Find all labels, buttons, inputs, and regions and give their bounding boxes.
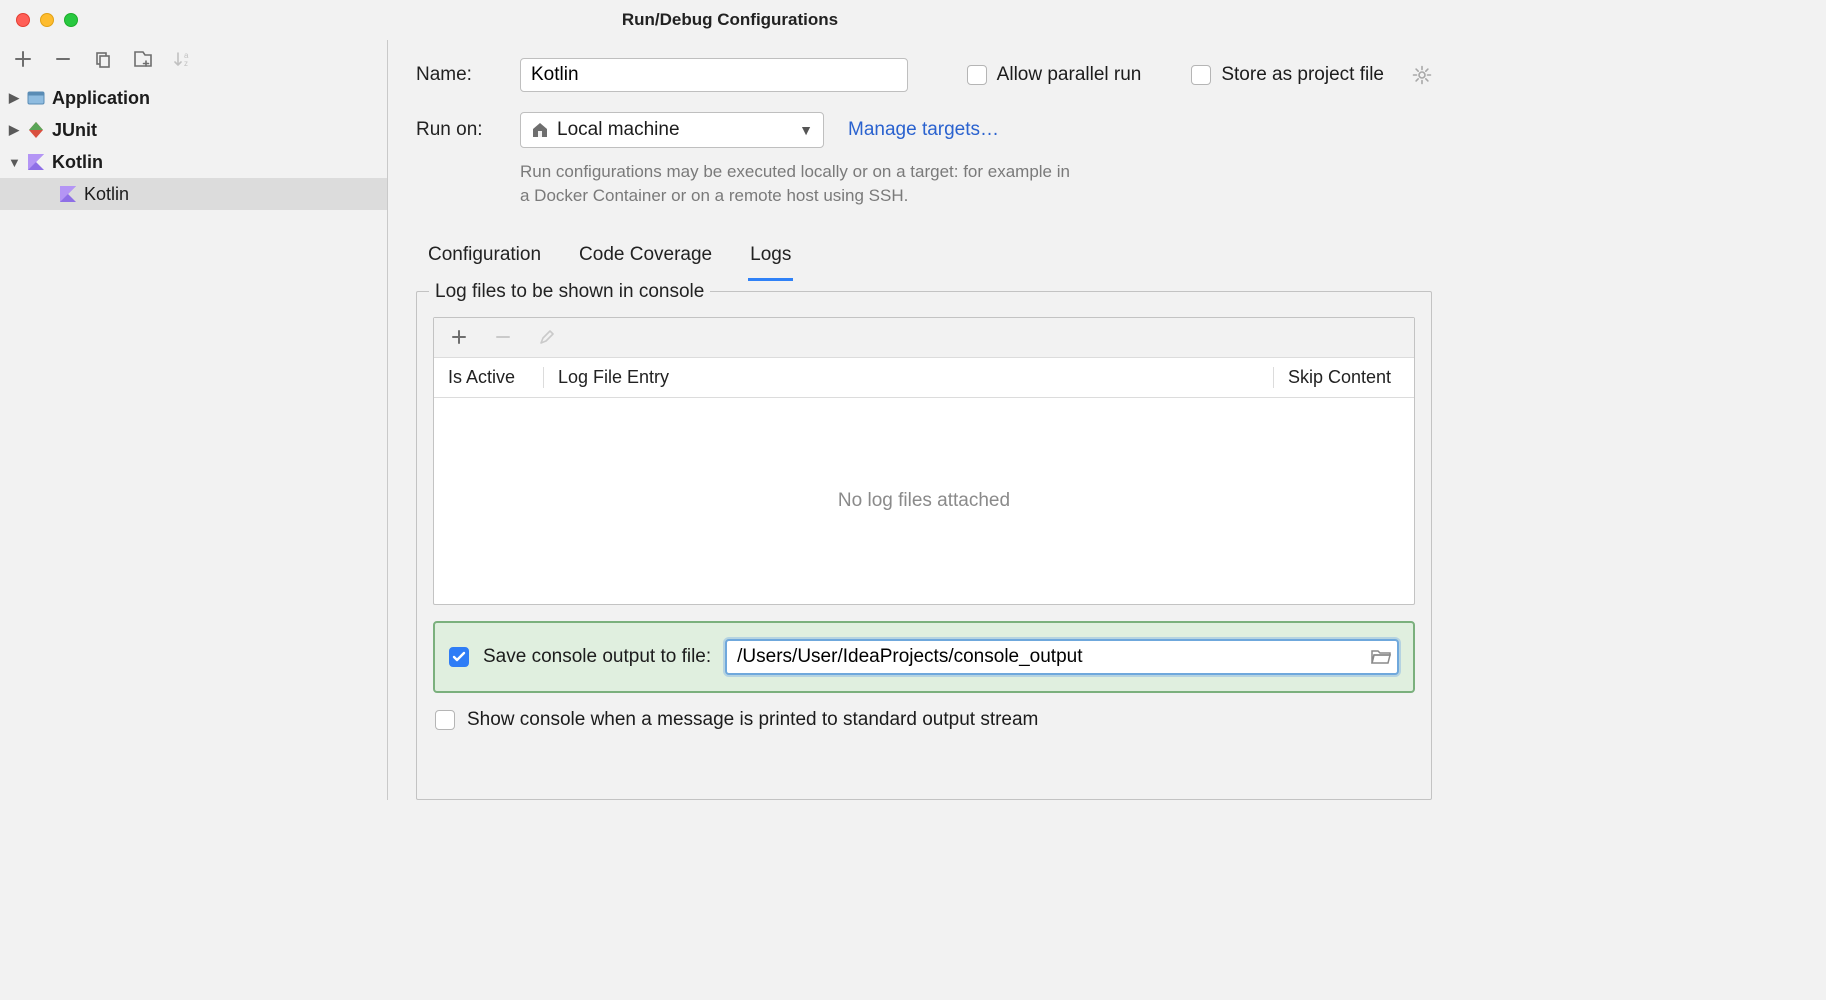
show-console-stdout-row: Show console when a message is printed t… — [433, 707, 1415, 741]
kotlin-icon — [26, 152, 46, 172]
logs-panel: Log files to be shown in console — [416, 281, 1432, 800]
save-template-button[interactable] — [132, 48, 154, 70]
chevron-down-icon: ▼ — [799, 122, 813, 138]
show-console-checkbox[interactable] — [435, 710, 455, 730]
sidebar: az ▶ Application ▶ JUnit — [0, 40, 388, 800]
tree-group-junit[interactable]: ▶ JUnit — [0, 114, 387, 146]
home-icon — [531, 121, 549, 139]
logs-toolbar — [434, 318, 1414, 358]
remove-configuration-button[interactable] — [52, 48, 74, 70]
run-on-hint: Run configurations may be executed local… — [520, 160, 1080, 208]
run-on-label: Run on: — [416, 119, 496, 141]
name-row: Name: Allow parallel run Store as projec… — [416, 58, 1432, 92]
checkbox-icon — [967, 65, 987, 85]
tabs: Configuration Code Coverage Logs — [416, 234, 1432, 281]
allow-parallel-checkbox[interactable]: Allow parallel run — [967, 64, 1142, 86]
chevron-right-icon: ▶ — [8, 90, 20, 106]
tree-group-label: Application — [52, 88, 150, 109]
application-icon — [26, 88, 46, 108]
save-console-label: Save console output to file: — [483, 646, 711, 668]
tab-logs[interactable]: Logs — [748, 234, 793, 281]
dialog-window: Run/Debug Configurations az — [0, 0, 1460, 800]
remove-log-button[interactable] — [492, 326, 514, 348]
tree-item-kotlin[interactable]: Kotlin — [0, 178, 387, 210]
content-pane: Name: Allow parallel run Store as projec… — [388, 40, 1460, 800]
col-skip-content: Skip Content — [1274, 367, 1414, 388]
dialog-body: az ▶ Application ▶ JUnit — [0, 40, 1460, 800]
run-on-row: Run on: Local machine ▼ Manage targets… — [416, 112, 1432, 148]
tree-group-kotlin[interactable]: ▼ Kotlin — [0, 146, 387, 178]
store-project-file-checkbox[interactable]: Store as project file — [1191, 64, 1384, 86]
logs-empty-message: No log files attached — [434, 398, 1414, 604]
col-log-file-entry: Log File Entry — [544, 367, 1274, 388]
add-log-button[interactable] — [448, 326, 470, 348]
allow-parallel-label: Allow parallel run — [997, 64, 1142, 86]
tree-group-label: JUnit — [52, 120, 97, 141]
chevron-down-icon: ▼ — [8, 155, 20, 170]
config-tree: ▶ Application ▶ JUnit ▼ — [0, 78, 387, 800]
add-configuration-button[interactable] — [12, 48, 34, 70]
store-project-file-label: Store as project file — [1221, 64, 1384, 86]
tree-group-application[interactable]: ▶ Application — [0, 82, 387, 114]
run-on-value: Local machine — [557, 119, 680, 141]
folder-open-icon[interactable] — [1371, 649, 1391, 665]
tree-item-label: Kotlin — [84, 184, 129, 205]
logs-table-header: Is Active Log File Entry Skip Content — [434, 358, 1414, 398]
logs-table: Is Active Log File Entry Skip Content No… — [433, 317, 1415, 605]
save-console-output-row: Save console output to file: — [433, 621, 1415, 693]
show-console-label: Show console when a message is printed t… — [467, 709, 1038, 731]
logs-panel-title: Log files to be shown in console — [429, 281, 710, 303]
titlebar: Run/Debug Configurations — [0, 0, 1460, 40]
window-title: Run/Debug Configurations — [0, 10, 1460, 30]
col-is-active: Is Active — [434, 367, 544, 388]
tree-group-label: Kotlin — [52, 152, 103, 173]
checkbox-icon — [1191, 65, 1211, 85]
junit-icon — [26, 120, 46, 140]
run-on-select[interactable]: Local machine ▼ — [520, 112, 824, 148]
save-console-path-wrap — [725, 639, 1399, 675]
manage-targets-link[interactable]: Manage targets… — [848, 119, 999, 141]
tab-configuration[interactable]: Configuration — [426, 234, 543, 281]
name-label: Name: — [416, 64, 496, 86]
edit-log-button[interactable] — [536, 326, 558, 348]
kotlin-icon — [58, 184, 78, 204]
sidebar-toolbar: az — [0, 40, 387, 78]
svg-text:z: z — [184, 59, 188, 68]
tab-code-coverage[interactable]: Code Coverage — [577, 234, 714, 281]
sort-alpha-button[interactable]: az — [172, 48, 194, 70]
name-input[interactable] — [520, 58, 908, 92]
gear-icon[interactable] — [1412, 65, 1432, 85]
chevron-right-icon: ▶ — [8, 122, 20, 138]
save-console-path-input[interactable] — [725, 639, 1399, 675]
save-console-checkbox[interactable] — [449, 647, 469, 667]
copy-configuration-button[interactable] — [92, 48, 114, 70]
